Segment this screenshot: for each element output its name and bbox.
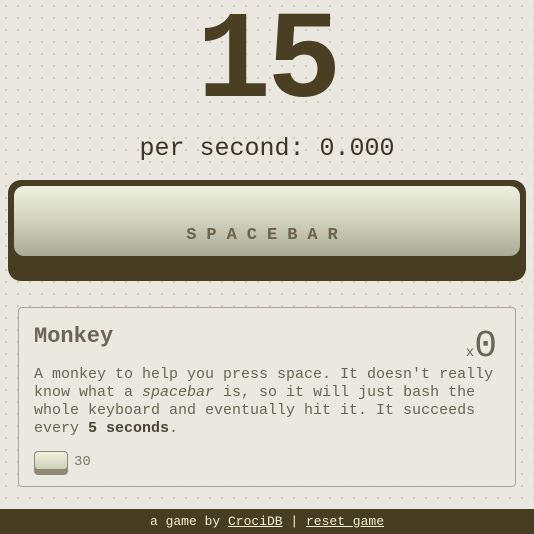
description-text: .	[169, 420, 179, 437]
spacebar-label: SPACEBAR	[186, 226, 348, 245]
upgrade-description: A monkey to help you press space. It doe…	[34, 366, 504, 438]
footer-prefix: a game by	[149, 514, 228, 529]
rate-per-second: per second: 0.000	[139, 134, 395, 163]
buy-button-face	[35, 452, 67, 469]
description-emphasis: spacebar	[142, 384, 215, 401]
author-link[interactable]: CrociDB	[228, 514, 283, 529]
footer: a game by CrociDB | reset game	[0, 509, 534, 534]
score-counter: 15	[196, 0, 342, 134]
description-interval: 5 seconds	[88, 420, 170, 437]
count-prefix: x	[465, 345, 475, 361]
spacebar-key-face: SPACEBAR	[14, 186, 520, 256]
upgrade-owned-count: x0	[466, 328, 497, 366]
spacebar-button[interactable]: SPACEBAR	[8, 180, 526, 281]
upgrade-title: Monkey	[34, 324, 114, 349]
footer-separator: |	[282, 514, 306, 529]
buy-monkey-button[interactable]	[34, 451, 68, 475]
upgrade-card-monkey: Monkey x0 A monkey to help you press spa…	[18, 307, 516, 487]
reset-game-link[interactable]: reset game	[306, 514, 384, 529]
count-value: 0	[474, 325, 497, 368]
upgrade-cost: 30	[74, 454, 91, 470]
